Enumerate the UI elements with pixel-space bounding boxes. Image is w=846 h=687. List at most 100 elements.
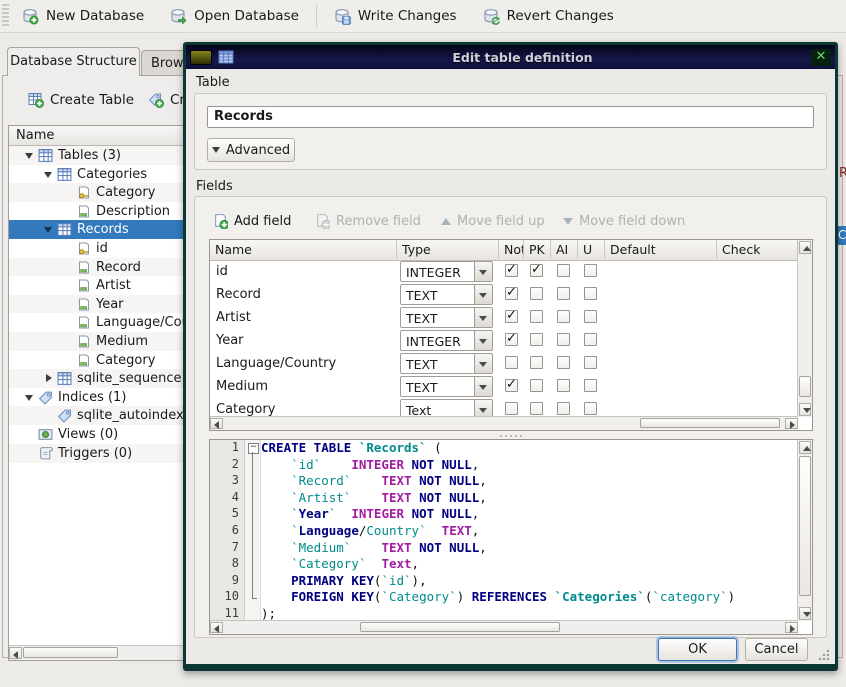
- tree-item-indices-1[interactable]: Indices (1): [9, 388, 186, 407]
- check-cell[interactable]: [717, 260, 798, 283]
- tree-horizontal-scrollbar[interactable]: [9, 645, 186, 660]
- type-select[interactable]: INTEGER: [400, 261, 493, 282]
- tree-item-records[interactable]: Records: [9, 220, 186, 239]
- tree-item-category[interactable]: Category: [9, 183, 186, 202]
- window-menu-button[interactable]: [190, 50, 212, 65]
- new-database-button[interactable]: New Database: [9, 0, 157, 32]
- fold-collapse-icon[interactable]: −: [248, 443, 259, 454]
- ai-checkbox[interactable]: [557, 379, 570, 392]
- tree-item-medium[interactable]: Medium: [9, 332, 186, 351]
- expand-arrow-icon[interactable]: [44, 225, 53, 234]
- ai-checkbox[interactable]: [557, 356, 570, 369]
- combo-dropdown-icon[interactable]: [474, 308, 492, 327]
- write-changes-button[interactable]: Write Changes: [321, 0, 470, 32]
- field-row-year[interactable]: YearINTEGER: [210, 329, 798, 352]
- sql-fold-margin[interactable]: −: [245, 440, 261, 621]
- combo-dropdown-icon[interactable]: [474, 262, 492, 281]
- add-field-button[interactable]: Add field: [213, 212, 291, 230]
- default-cell[interactable]: [605, 398, 717, 417]
- default-cell[interactable]: [605, 329, 717, 352]
- type-select[interactable]: INTEGER: [400, 330, 493, 351]
- tree-item-triggers-0[interactable]: Triggers (0): [9, 444, 186, 463]
- field-row-category[interactable]: CategoryText: [210, 398, 798, 417]
- fields-horizontal-scrollbar[interactable]: [210, 416, 798, 430]
- move-field-down-button[interactable]: Move field down: [563, 212, 685, 230]
- field-name-cell[interactable]: id: [210, 260, 397, 283]
- pk-checkbox[interactable]: [530, 333, 543, 346]
- tree-item-category[interactable]: Category: [9, 351, 186, 370]
- column-header-u[interactable]: U: [578, 240, 605, 259]
- move-field-up-button[interactable]: Move field up: [441, 212, 545, 230]
- ai-checkbox[interactable]: [557, 402, 570, 415]
- default-cell[interactable]: [605, 283, 717, 306]
- expand-arrow-icon[interactable]: [25, 151, 34, 160]
- u-checkbox[interactable]: [584, 402, 597, 415]
- advanced-button[interactable]: Advanced: [207, 138, 295, 162]
- pk-checkbox[interactable]: [530, 264, 543, 277]
- u-checkbox[interactable]: [584, 379, 597, 392]
- tree-item-artist[interactable]: Artist: [9, 276, 186, 295]
- field-name-cell[interactable]: Language/Country: [210, 352, 397, 375]
- tree-item-views-0[interactable]: Views (0): [9, 425, 186, 444]
- not-checkbox[interactable]: [505, 264, 518, 277]
- field-name-cell[interactable]: Record: [210, 283, 397, 306]
- type-select[interactable]: TEXT: [400, 353, 493, 374]
- tree-item-year[interactable]: Year: [9, 295, 186, 314]
- check-cell[interactable]: [717, 375, 798, 398]
- column-header-ai[interactable]: AI: [551, 240, 578, 259]
- tab-database-structure[interactable]: Database Structure: [7, 47, 140, 76]
- cancel-button[interactable]: Cancel: [745, 638, 808, 661]
- check-cell[interactable]: [717, 398, 798, 417]
- column-header-check[interactable]: Check: [717, 240, 799, 259]
- field-row-record[interactable]: RecordTEXT: [210, 283, 798, 306]
- field-row-language-country[interactable]: Language/CountryTEXT: [210, 352, 798, 375]
- remove-field-button[interactable]: Remove field: [315, 212, 421, 230]
- resize-grip[interactable]: [818, 649, 830, 661]
- not-checkbox[interactable]: [505, 287, 518, 300]
- u-checkbox[interactable]: [584, 287, 597, 300]
- pk-checkbox[interactable]: [530, 356, 543, 369]
- revert-changes-button[interactable]: Revert Changes: [470, 0, 627, 32]
- tree-item-record[interactable]: Record: [9, 258, 186, 277]
- ai-checkbox[interactable]: [557, 310, 570, 323]
- not-checkbox[interactable]: [505, 356, 518, 369]
- tree-item-language-cou[interactable]: Language/Cou: [9, 313, 186, 332]
- toolbar-drag-handle[interactable]: [2, 4, 9, 28]
- check-cell[interactable]: [717, 352, 798, 375]
- expand-arrow-icon[interactable]: [25, 393, 34, 402]
- sql-vertical-scrollbar[interactable]: [797, 440, 812, 621]
- field-row-medium[interactable]: MediumTEXT: [210, 375, 798, 398]
- tree-item-sqlite-autoindex[interactable]: sqlite_autoindex_: [9, 406, 186, 425]
- sql-horizontal-scrollbar[interactable]: [210, 620, 798, 634]
- sql-code-text[interactable]: CREATE TABLE `Records` ( `id` INTEGER NO…: [261, 440, 798, 621]
- not-checkbox[interactable]: [505, 402, 518, 415]
- create-table-button[interactable]: Create Table: [28, 92, 134, 108]
- u-checkbox[interactable]: [584, 333, 597, 346]
- default-cell[interactable]: [605, 260, 717, 283]
- table-name-input[interactable]: Records: [207, 106, 814, 128]
- pk-checkbox[interactable]: [530, 402, 543, 415]
- type-select[interactable]: TEXT: [400, 284, 493, 305]
- column-header-not[interactable]: Not: [499, 240, 524, 259]
- tree-item-tables-3[interactable]: Tables (3): [9, 146, 186, 165]
- column-header-default[interactable]: Default: [605, 240, 717, 259]
- tab-browse-data[interactable]: Brow: [141, 50, 188, 76]
- u-checkbox[interactable]: [584, 264, 597, 277]
- column-header-name[interactable]: Name: [210, 240, 397, 259]
- sql-preview-editor[interactable]: 1234567891011 − CREATE TABLE `Records` (…: [209, 439, 813, 635]
- column-header-type[interactable]: Type: [397, 240, 499, 259]
- tree-column-header-name[interactable]: Name: [9, 126, 186, 146]
- tree-item-sqlite-sequence[interactable]: sqlite_sequence: [9, 369, 186, 388]
- field-row-artist[interactable]: ArtistTEXT: [210, 306, 798, 329]
- type-select[interactable]: TEXT: [400, 376, 493, 397]
- check-cell[interactable]: [717, 306, 798, 329]
- close-icon[interactable]: ✕: [811, 49, 831, 66]
- fields-vertical-scrollbar[interactable]: [797, 240, 812, 417]
- u-checkbox[interactable]: [584, 356, 597, 369]
- default-cell[interactable]: [605, 352, 717, 375]
- not-checkbox[interactable]: [505, 379, 518, 392]
- tree-item-categories[interactable]: Categories: [9, 165, 186, 184]
- tree-item-description[interactable]: Description: [9, 202, 186, 221]
- ai-checkbox[interactable]: [557, 264, 570, 277]
- check-cell[interactable]: [717, 329, 798, 352]
